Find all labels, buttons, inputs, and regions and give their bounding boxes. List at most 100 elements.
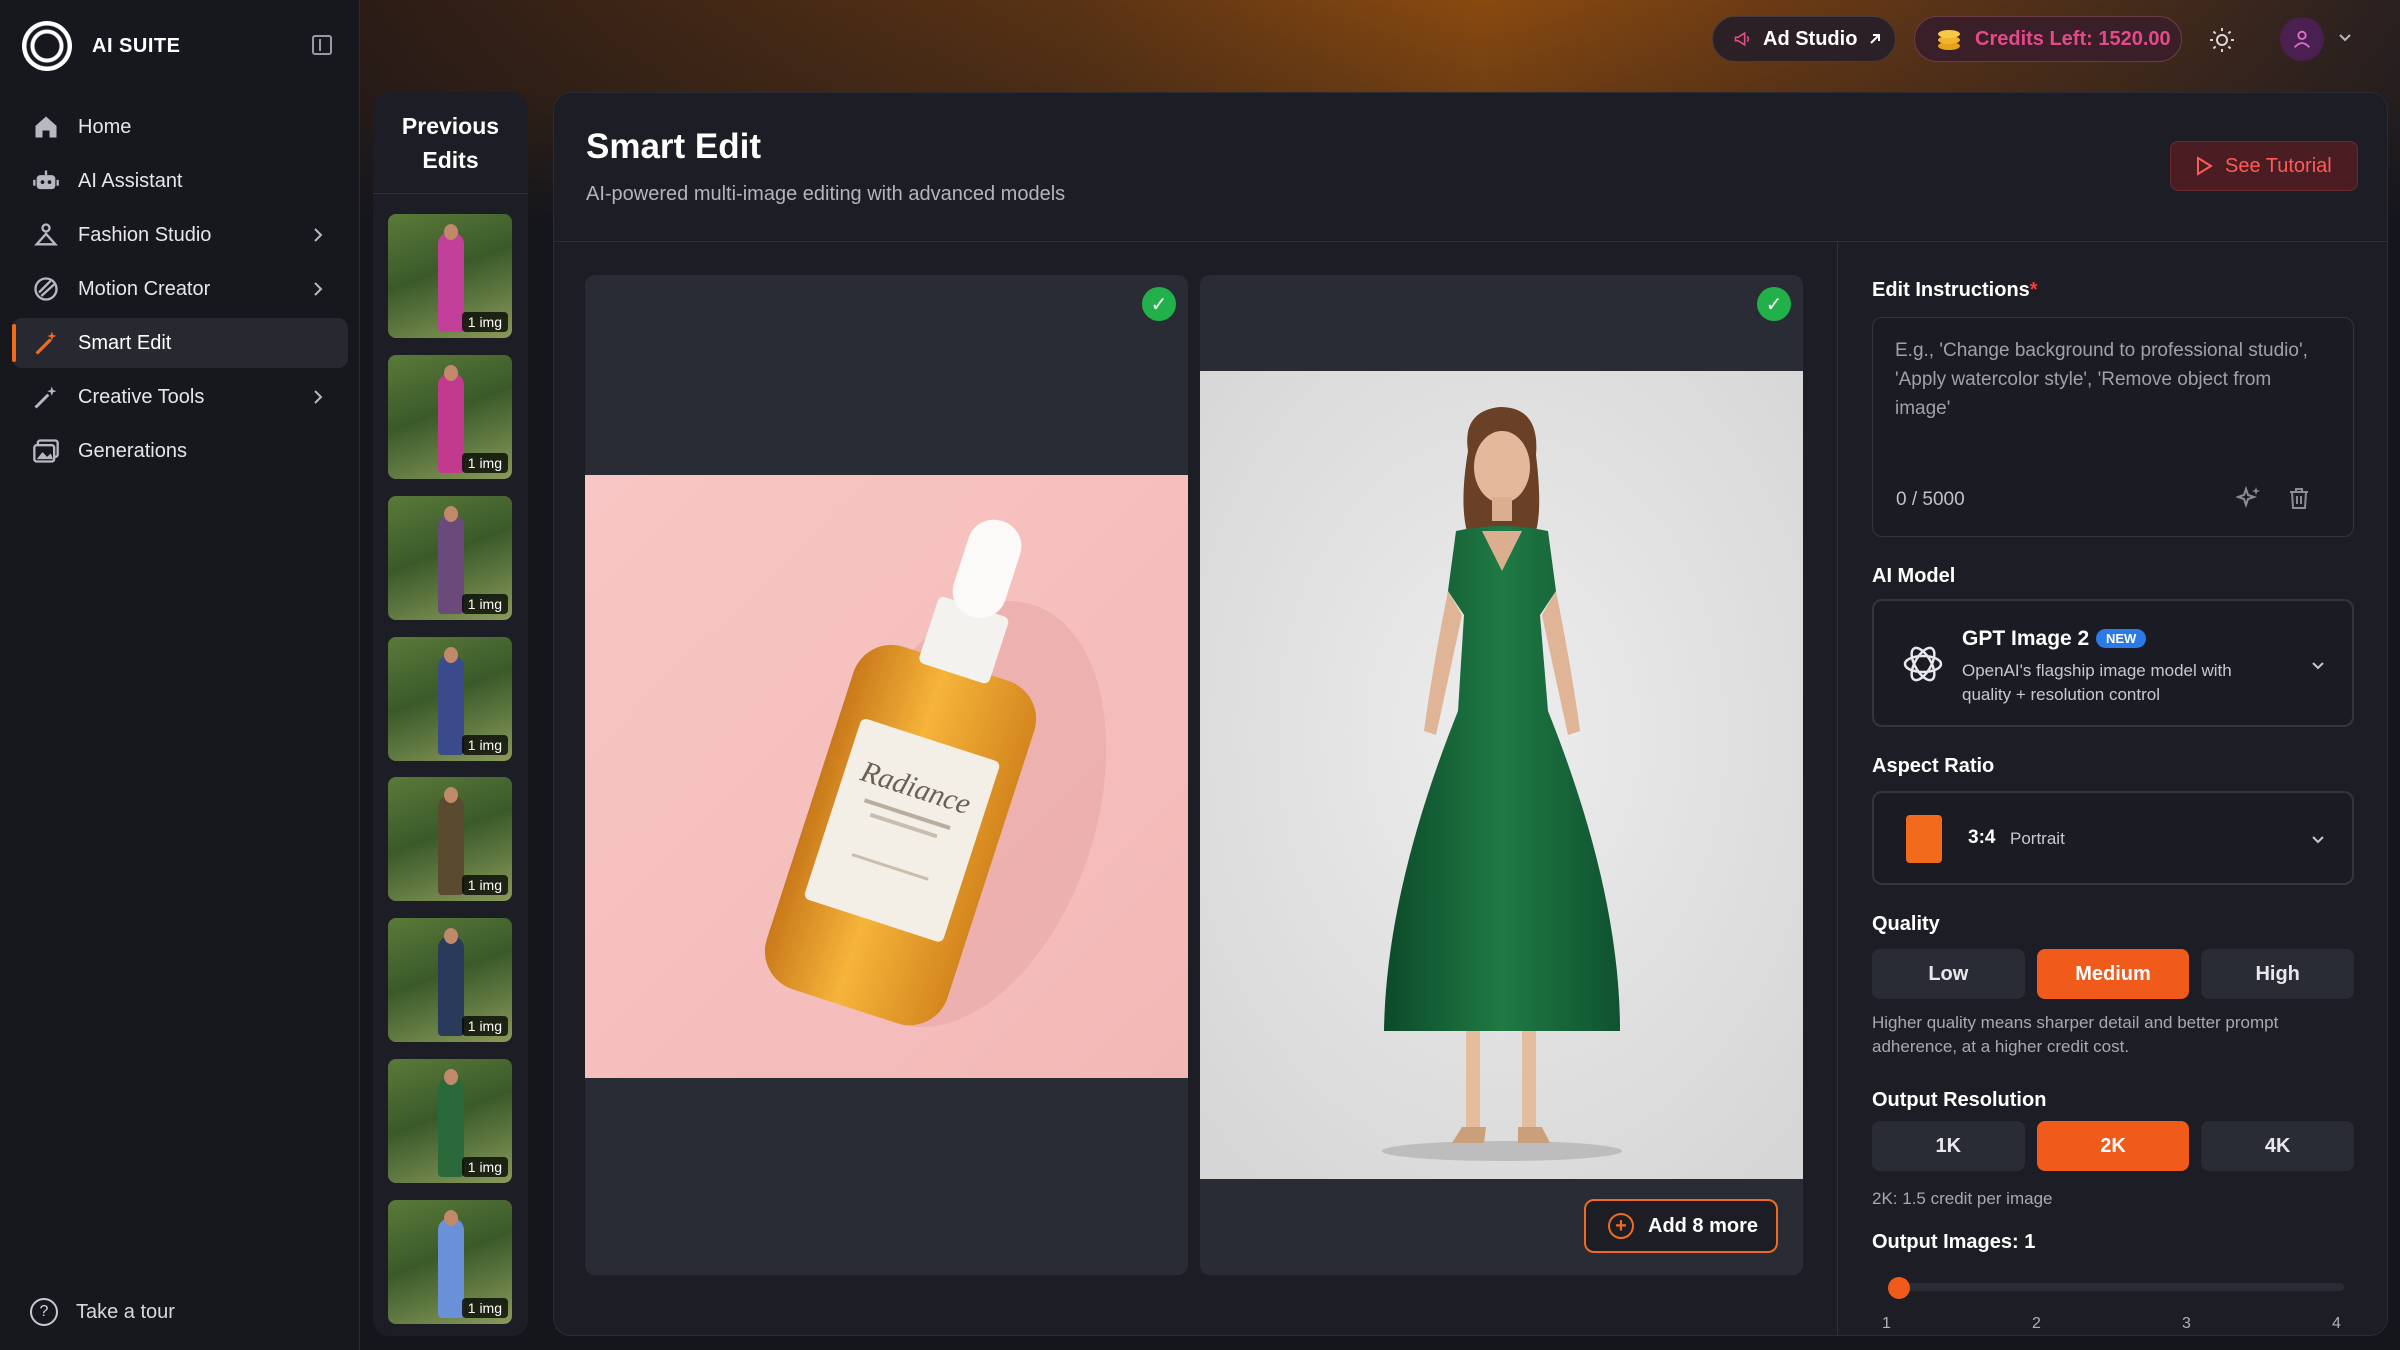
sidebar-item-label: Motion Creator bbox=[78, 277, 211, 300]
thumbnail-figure-head bbox=[444, 647, 458, 663]
new-badge: NEW bbox=[2096, 629, 2147, 648]
edit-instructions-placeholder: E.g., 'Change background to professional… bbox=[1895, 340, 2308, 419]
add-more-label: Add 8 more bbox=[1648, 1214, 1759, 1237]
chevron-down-icon bbox=[2312, 836, 2324, 844]
previous-edits-title: Previous Edits bbox=[373, 92, 528, 194]
edit-instructions-label: Edit Instructions* bbox=[1872, 279, 2038, 301]
thumbnail-count-tag: 1 img bbox=[461, 1157, 508, 1177]
aspect-ratio-select[interactable]: 3:4 Portrait bbox=[1872, 791, 2354, 885]
gallery-icon bbox=[32, 437, 60, 465]
thumbnail-figure bbox=[438, 655, 464, 755]
resolution-option-1k[interactable]: 1K bbox=[1872, 1121, 2025, 1171]
slider-tick-label: 1 bbox=[1882, 1315, 1891, 1332]
slider-tick-label: 4 bbox=[2332, 1315, 2341, 1332]
previous-edit-thumbnail[interactable]: 1 img bbox=[388, 1200, 512, 1324]
thumbnail-figure bbox=[438, 1218, 464, 1318]
model-name: GPT Image 2 bbox=[1962, 627, 2090, 650]
model-description: OpenAI's flagship image model with quali… bbox=[1962, 661, 2232, 704]
previous-edit-thumbnail[interactable]: 1 img bbox=[388, 355, 512, 479]
take-a-tour-button[interactable]: ? Take a tour bbox=[30, 1298, 175, 1326]
slider-handle[interactable] bbox=[1888, 1277, 1910, 1299]
aspect-ratio-value: 3:4 bbox=[1968, 827, 1996, 848]
wand-sparkle-icon bbox=[32, 383, 60, 411]
app-logo-icon bbox=[22, 21, 72, 71]
sidebar: AI SUITE Home AI Assistant Fashion Studi… bbox=[0, 0, 360, 1350]
previous-edit-thumbnail[interactable]: 1 img bbox=[388, 777, 512, 901]
ai-model-select[interactable]: GPT Image 2 NEW OpenAI's flagship image … bbox=[1872, 599, 2354, 727]
sidebar-item-ai-assistant[interactable]: AI Assistant bbox=[12, 156, 348, 206]
thumbnail-figure-head bbox=[444, 1210, 458, 1226]
page-subtitle: AI-powered multi-image editing with adva… bbox=[586, 183, 1066, 205]
thumbnail-count-tag: 1 img bbox=[461, 875, 508, 895]
serum-bottle-image: Radiance bbox=[585, 475, 1188, 1078]
motion-icon bbox=[32, 275, 60, 303]
resolution-selector: 1K 2K 4K bbox=[1872, 1121, 2355, 1171]
chevron-down-icon[interactable] bbox=[2336, 28, 2354, 46]
quality-selector: Low Medium High bbox=[1872, 949, 2355, 999]
add-more-images-button[interactable]: + Add 8 more bbox=[1584, 1199, 1778, 1253]
enhance-sparkle-icon[interactable] bbox=[2236, 485, 2262, 511]
sidebar-item-motion-creator[interactable]: Motion Creator bbox=[12, 264, 348, 314]
thumbnail-figure bbox=[438, 514, 464, 614]
thumbnail-figure-head bbox=[444, 365, 458, 381]
input-image-card[interactable]: ✓ bbox=[1200, 275, 1803, 1275]
brand[interactable]: AI SUITE bbox=[22, 20, 180, 72]
ai-model-label: AI Model bbox=[1872, 565, 1956, 587]
ad-studio-button[interactable]: Ad Studio bbox=[1712, 16, 1896, 62]
trash-icon[interactable] bbox=[2286, 485, 2312, 511]
input-image-card[interactable]: Radiance ✓ bbox=[585, 275, 1188, 1275]
megaphone-icon bbox=[1734, 31, 1750, 47]
thumbnail-count-tag: 1 img bbox=[461, 594, 508, 614]
sidebar-item-fashion-studio[interactable]: Fashion Studio bbox=[12, 210, 348, 260]
resolution-option-4k[interactable]: 4K bbox=[2201, 1121, 2355, 1171]
credits-label: Credits Left: 1520.00 bbox=[1975, 27, 2171, 50]
chevron-right-icon bbox=[314, 390, 323, 404]
quality-option-medium[interactable]: Medium bbox=[2036, 949, 2190, 999]
sidebar-item-home[interactable]: Home bbox=[12, 102, 348, 152]
previous-edit-thumbnail[interactable]: 1 img bbox=[388, 1059, 512, 1183]
thumbnail-count-tag: 1 img bbox=[461, 453, 508, 473]
aspect-ratio-name: Portrait bbox=[2010, 829, 2065, 848]
user-avatar[interactable] bbox=[2280, 17, 2324, 61]
user-icon bbox=[2293, 30, 2311, 48]
resolution-option-2k[interactable]: 2K bbox=[2036, 1121, 2190, 1171]
output-images-slider[interactable] bbox=[1896, 1283, 2344, 1291]
chevron-right-icon bbox=[314, 228, 323, 242]
help-icon: ? bbox=[30, 1298, 58, 1326]
character-counter: 0 / 5000 bbox=[1896, 489, 1965, 510]
page-title: Smart Edit bbox=[586, 127, 762, 166]
home-icon bbox=[32, 113, 60, 141]
previous-edits-panel: Previous Edits 1 img 1 img 1 img 1 img 1 img 1… bbox=[373, 92, 528, 1336]
previous-edit-thumbnail[interactable]: 1 img bbox=[388, 496, 512, 620]
sidebar-item-smart-edit[interactable]: Smart Edit bbox=[12, 318, 348, 368]
openai-logo-icon bbox=[1903, 646, 1943, 682]
previous-edit-thumbnail[interactable]: 1 img bbox=[388, 637, 512, 761]
magic-wand-icon bbox=[32, 329, 60, 357]
selected-check-icon[interactable]: ✓ bbox=[1757, 287, 1791, 321]
thumbnail-count-tag: 1 img bbox=[461, 312, 508, 332]
slider-tick-label: 3 bbox=[2182, 1315, 2191, 1332]
hanger-icon bbox=[32, 221, 60, 249]
aspect-ratio-label: Aspect Ratio bbox=[1872, 755, 1995, 777]
app-name: AI SUITE bbox=[92, 34, 181, 57]
credits-badge[interactable]: Credits Left: 1520.00 bbox=[1914, 16, 2182, 62]
required-marker: * bbox=[2029, 279, 2038, 301]
thumbnail-figure-head bbox=[444, 787, 458, 803]
resolution-hint: 2K: 1.5 credit per image bbox=[1872, 1189, 2053, 1208]
previous-edit-thumbnail[interactable]: 1 img bbox=[388, 918, 512, 1042]
chevron-right-icon bbox=[314, 282, 323, 296]
selected-check-icon[interactable]: ✓ bbox=[1142, 287, 1176, 321]
see-tutorial-button[interactable]: See Tutorial bbox=[2170, 141, 2358, 191]
thumbnail-figure bbox=[438, 795, 464, 895]
thumbnail-figure bbox=[438, 936, 464, 1036]
previous-edit-thumbnail[interactable]: 1 img bbox=[388, 214, 512, 338]
quality-option-high[interactable]: High bbox=[2201, 949, 2355, 999]
sidebar-item-creative-tools[interactable]: Creative Tools bbox=[12, 372, 348, 422]
quality-option-low[interactable]: Low bbox=[1872, 949, 2025, 999]
plus-icon: + bbox=[1608, 1213, 1634, 1239]
sidebar-collapse-icon[interactable] bbox=[312, 35, 332, 55]
theme-toggle-sun-icon[interactable] bbox=[2208, 26, 2236, 54]
robot-icon bbox=[32, 167, 60, 195]
sidebar-item-label: Fashion Studio bbox=[78, 223, 212, 246]
sidebar-item-generations[interactable]: Generations bbox=[12, 426, 348, 476]
